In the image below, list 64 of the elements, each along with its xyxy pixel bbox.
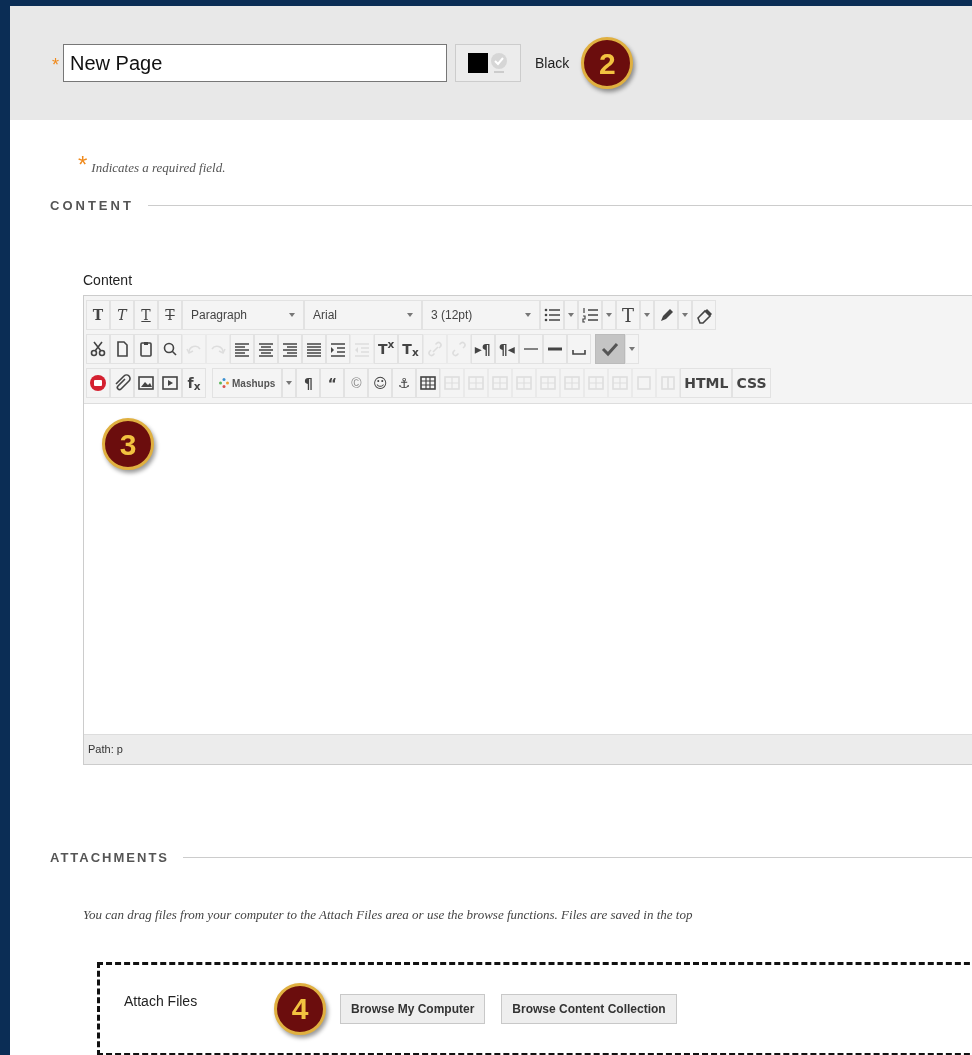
color-picker-button[interactable] — [455, 44, 521, 82]
toolbar-button[interactable]: ☺ — [368, 368, 393, 398]
eraser-icon[interactable] — [692, 300, 716, 330]
toolbar-button[interactable]: T — [616, 300, 640, 330]
spellcheck-icon[interactable] — [594, 334, 625, 364]
browse-button[interactable]: Browse My Computer — [340, 993, 486, 1024]
paperclip-icon[interactable] — [110, 368, 134, 398]
caret-icon — [525, 313, 531, 317]
caret-icon[interactable] — [282, 368, 297, 398]
circle-icon — [490, 51, 508, 75]
toolbar-button[interactable]: ⚓ — [392, 368, 417, 398]
caret-icon[interactable] — [602, 300, 616, 330]
mashups-dropdown[interactable]: Mashups — [212, 368, 283, 398]
justify-icon[interactable] — [302, 334, 326, 364]
caret-icon[interactable] — [624, 334, 639, 364]
editor-label: Content — [83, 271, 134, 290]
required-note: Indicates a required field. — [91, 159, 226, 177]
toolbar-button[interactable]: T — [134, 300, 158, 330]
image-icon[interactable] — [134, 368, 158, 398]
toolbar-button[interactable]: T$_{x}$ — [398, 334, 423, 364]
instructions-text: You can drag files from your computer to the Attach Files area or use the browse functions. Files are saved in the top — [83, 906, 693, 922]
align-right-icon[interactable] — [278, 334, 302, 364]
toolbar-button[interactable]: “ — [320, 368, 345, 398]
toolbar-button[interactable]: ▸¶ — [470, 334, 495, 364]
toolbar-button[interactable]: HTML — [680, 368, 733, 398]
section-heading: ATTACHMENTS — [50, 849, 169, 867]
callout-badge: 4 — [274, 982, 326, 1035]
toolbar-button[interactable]: ¶ — [296, 368, 321, 398]
color-label: Black — [535, 53, 570, 73]
caret-icon — [289, 313, 295, 317]
path-text: Path: p — [88, 742, 123, 758]
media-icon[interactable] — [158, 368, 182, 398]
toolbar-button[interactable]: T$^{x}$ — [374, 334, 399, 364]
callout-badge: 3 — [102, 418, 154, 470]
toolbar-button[interactable]: T — [110, 300, 134, 330]
section-heading: CONTENT — [50, 196, 134, 215]
align-center-icon[interactable] — [254, 334, 278, 364]
title-field[interactable]: New Page — [63, 44, 447, 82]
toolbar-button[interactable]: CSS — [732, 368, 771, 398]
callout-badge: 2 — [581, 37, 634, 89]
caret-icon — [407, 313, 413, 317]
numbered-list-icon[interactable] — [578, 300, 602, 330]
scissors-icon[interactable] — [86, 334, 110, 364]
indent-icon[interactable] — [326, 334, 350, 364]
required-mark: * — [52, 53, 59, 77]
search-icon[interactable] — [158, 334, 182, 364]
pencil-icon[interactable] — [654, 300, 678, 330]
space-icon[interactable] — [566, 334, 591, 364]
browse-button[interactable]: Browse Content Collection — [501, 993, 677, 1024]
toolbar-button[interactable]: T — [86, 300, 110, 330]
document-icon[interactable] — [110, 334, 134, 364]
dropdown[interactable]: Arial — [304, 300, 422, 330]
color-swatch — [468, 53, 488, 73]
dropdown[interactable]: Paragraph — [182, 300, 304, 330]
table-icon[interactable] — [416, 368, 441, 398]
toolbar-button[interactable]: T — [158, 300, 182, 330]
bulleted-list-icon[interactable] — [540, 300, 564, 330]
required-mark: * — [78, 152, 88, 177]
attach-files-label: Attach Files — [124, 992, 199, 1011]
dropdown[interactable]: 3 (12pt) — [422, 300, 540, 330]
clipboard-icon[interactable] — [134, 334, 158, 364]
toolbar-button[interactable]: f$_{x}$ — [182, 368, 206, 398]
align-left-icon[interactable] — [230, 334, 254, 364]
toolbar-button[interactable]: ¶◂ — [494, 334, 519, 364]
